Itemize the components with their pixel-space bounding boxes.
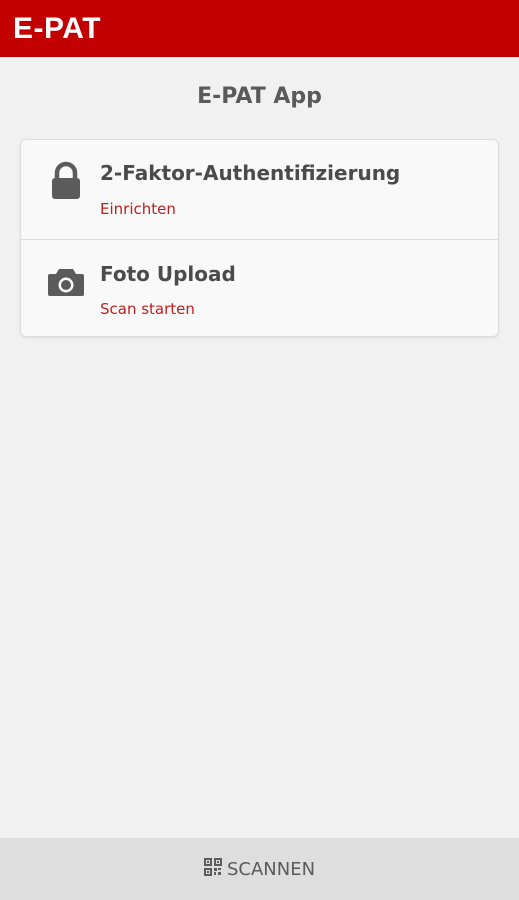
- scan-button-label: SCANNEN: [226, 858, 316, 880]
- menu-card: 2-Faktor-Authentifizierung Einrichten Fo…: [20, 139, 499, 337]
- menu-item-title: Foto Upload: [100, 262, 236, 286]
- brand-logo: E-PAT: [13, 11, 102, 45]
- scan-button[interactable]: SCANNEN: [203, 857, 316, 881]
- menu-item-foto-upload[interactable]: Foto Upload Scan starten: [21, 239, 498, 338]
- setup-link[interactable]: Einrichten: [100, 200, 176, 218]
- bottom-bar: SCANNEN: [0, 838, 519, 900]
- lock-icon: [45, 160, 87, 202]
- start-scan-link[interactable]: Scan starten: [100, 300, 195, 318]
- menu-item-2fa[interactable]: 2-Faktor-Authentifizierung Einrichten: [21, 140, 498, 239]
- top-bar: E-PAT: [0, 0, 519, 57]
- menu-item-title: 2-Faktor-Authentifizierung: [100, 161, 401, 185]
- camera-icon: [45, 260, 87, 302]
- qr-code-icon: [203, 857, 222, 881]
- app-root: E-PAT E-PAT App 2-Faktor-Authentifizieru…: [0, 0, 519, 900]
- page-title: E-PAT App: [197, 84, 322, 109]
